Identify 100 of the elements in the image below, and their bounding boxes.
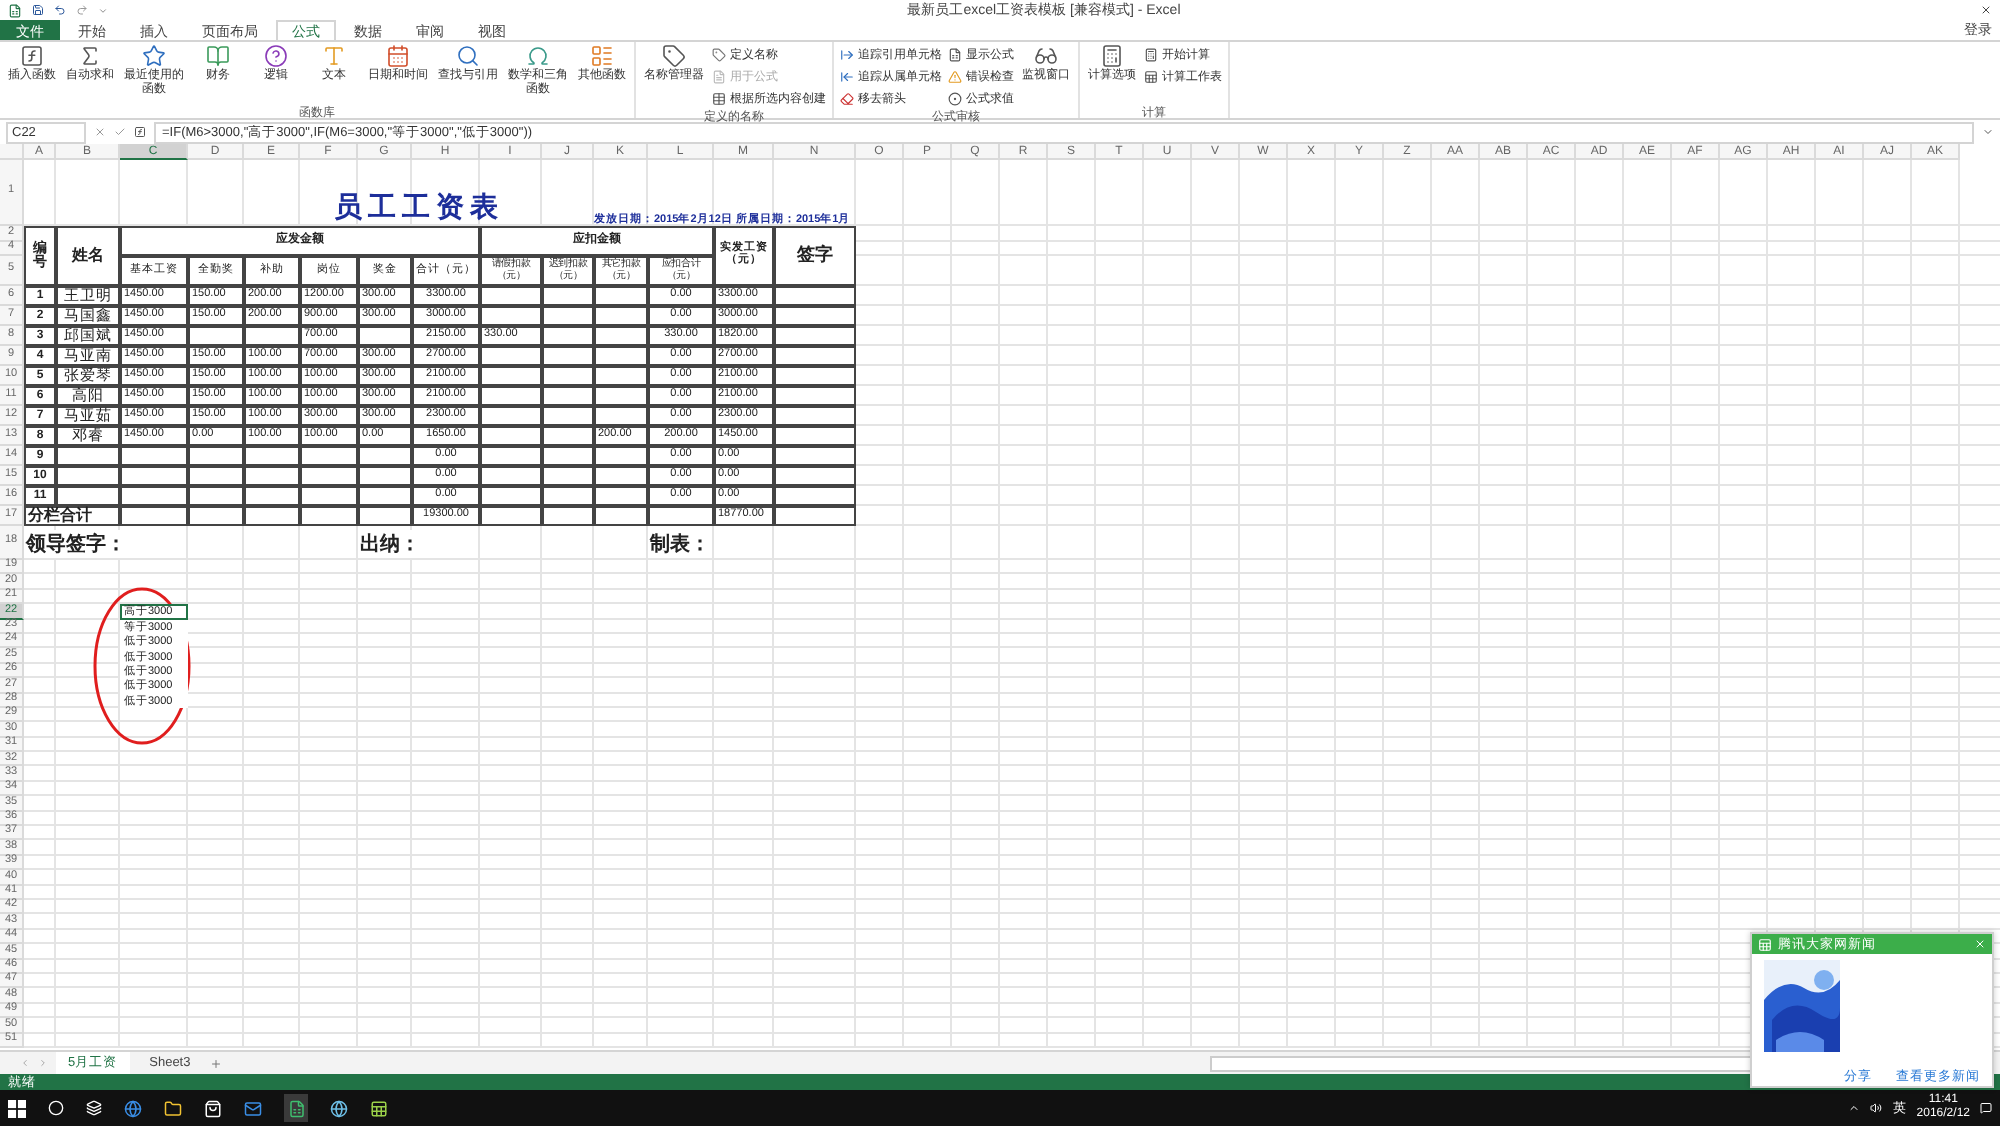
calculator-icon (1144, 48, 1158, 62)
enter-icon[interactable] (114, 126, 126, 138)
calculator-icon (1100, 44, 1124, 68)
table-cell (358, 466, 412, 486)
sigma-icon (78, 44, 102, 68)
table-cell (300, 506, 358, 526)
table-cell (120, 486, 188, 506)
table-cell (594, 286, 648, 306)
table-cell (480, 406, 542, 426)
redo-icon[interactable] (76, 4, 88, 16)
spreadsheet-icon (8, 3, 22, 17)
table-cell (542, 426, 594, 446)
table-cell (188, 466, 244, 486)
globe-icon[interactable] (124, 1099, 142, 1118)
table-cell (244, 446, 300, 466)
table-cell (188, 486, 244, 506)
dot-icon (948, 92, 962, 106)
table-cell (774, 506, 856, 526)
table-cell (774, 286, 856, 306)
table-cell (774, 446, 856, 466)
book-icon (206, 44, 230, 68)
cancel-icon[interactable] (94, 126, 106, 138)
table-cell (594, 506, 648, 526)
table-cell (480, 346, 542, 366)
table-cell (594, 386, 648, 406)
undo-icon[interactable] (54, 4, 66, 16)
close-icon[interactable] (1980, 4, 1992, 16)
table-cell (300, 446, 358, 466)
table-cell (300, 466, 358, 486)
windows-logo-icon[interactable] (8, 1099, 26, 1118)
spreadsheet-icon (948, 48, 962, 62)
circle-icon[interactable] (48, 1100, 64, 1117)
sheet-title: 员工工资表 (332, 188, 506, 226)
table-cell (120, 506, 188, 526)
glasses-icon (1034, 44, 1058, 68)
notification-icon[interactable] (1980, 1102, 1992, 1115)
table-cell: 分栏合计 (24, 506, 120, 526)
function-icon[interactable] (134, 126, 146, 138)
arrow-icon (840, 48, 854, 62)
function-icon (20, 44, 44, 68)
table-cell (774, 386, 856, 406)
question-icon (264, 44, 288, 68)
taskbar-button[interactable] (284, 1094, 308, 1123)
table-cell (594, 306, 648, 326)
table-cell (542, 466, 594, 486)
text-icon (322, 44, 346, 68)
arrow-icon (840, 70, 854, 84)
table-cell (480, 426, 542, 446)
table-cell (244, 506, 300, 526)
table-cell (774, 306, 856, 326)
table-cell (542, 326, 594, 346)
table-cell (774, 326, 856, 346)
table-cell (542, 346, 594, 366)
table-cell (774, 486, 856, 506)
save-icon[interactable] (32, 4, 44, 16)
table-cell (594, 326, 648, 346)
table-cell (480, 446, 542, 466)
omega-icon (526, 44, 550, 68)
table-cell (542, 406, 594, 426)
table-cell (358, 446, 412, 466)
search-icon (456, 44, 480, 68)
table-cell (594, 346, 648, 366)
sheet-icon[interactable] (370, 1099, 388, 1118)
table-cell (480, 386, 542, 406)
table-cell (56, 486, 120, 506)
globe-icon[interactable] (330, 1099, 348, 1118)
table-cell (358, 326, 412, 346)
table-cell (594, 406, 648, 426)
table-cell (188, 446, 244, 466)
table-cell (358, 506, 412, 526)
volume-icon[interactable] (1870, 1102, 1883, 1115)
table-cell (480, 366, 542, 386)
table-cell (56, 446, 120, 466)
bag-icon[interactable] (204, 1099, 222, 1118)
table-cell (244, 326, 300, 346)
star-icon (142, 44, 166, 68)
folder-icon[interactable] (164, 1099, 182, 1118)
tray-caret-icon[interactable] (1848, 1102, 1861, 1115)
table-cell (774, 366, 856, 386)
table-cell (594, 486, 648, 506)
sheet-icon (1144, 70, 1158, 84)
table-cell (774, 406, 856, 426)
table-cell (648, 506, 714, 526)
table-cell (542, 506, 594, 526)
table-cell (542, 486, 594, 506)
mail-icon[interactable] (244, 1099, 262, 1118)
table-cell (774, 426, 856, 446)
document-icon (712, 70, 726, 84)
table-cell (120, 446, 188, 466)
table-header: 姓名 (56, 226, 120, 286)
table-cell (542, 386, 594, 406)
warning-icon (948, 70, 962, 84)
table-cell (594, 446, 648, 466)
table-cell (774, 346, 856, 366)
table-cell (480, 466, 542, 486)
table-cell (542, 446, 594, 466)
task-view-icon[interactable] (86, 1100, 102, 1117)
table-cell (244, 486, 300, 506)
table-cell (358, 486, 412, 506)
eraser-icon (840, 92, 854, 106)
